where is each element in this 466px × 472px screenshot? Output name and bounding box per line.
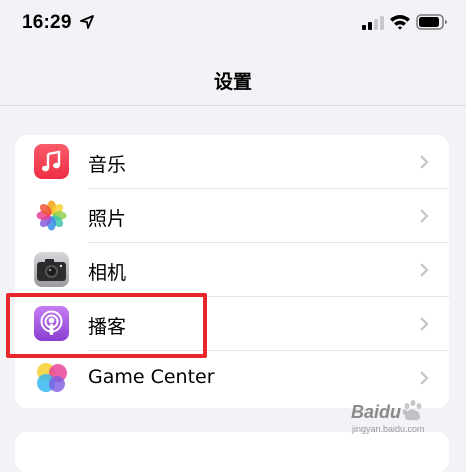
settings-row-label: Game Center [88,366,215,388]
settings-row-music[interactable]: 音乐 [15,135,449,189]
music-app-icon [34,144,69,179]
navigation-bar: 设置 [0,50,466,106]
highlight-annotation-box [6,293,207,358]
settings-row-label: 音乐 [88,154,127,176]
cellular-signal-icon [362,16,384,30]
watermark-logo-text: Baidu [351,402,402,422]
status-bar: 16:29 [0,0,466,50]
chevron-right-icon [420,209,429,223]
settings-row-game-center[interactable]: Game Center [15,351,449,405]
chevron-right-icon [420,263,429,277]
settings-row-camera[interactable]: 相机 [15,243,449,297]
status-time: 16:29 [22,12,72,33]
wifi-icon [390,15,410,30]
settings-row-label: 相机 [88,262,127,284]
chevron-right-icon [420,317,429,331]
location-arrow-icon [80,15,94,29]
settings-row-label: 照片 [88,208,127,230]
settings-list: 音乐 照片 相机 播客 Game Center [15,135,449,408]
game-center-app-icon [34,360,69,395]
watermark-url-text: jingyan.baidu.com [352,424,425,434]
camera-app-icon [34,252,69,287]
battery-icon [416,14,447,30]
chevron-right-icon [420,371,429,385]
page-title: 设置 [213,71,252,93]
photos-app-icon [34,198,69,233]
settings-row-photos[interactable]: 照片 [15,189,449,243]
chevron-right-icon [420,155,429,169]
